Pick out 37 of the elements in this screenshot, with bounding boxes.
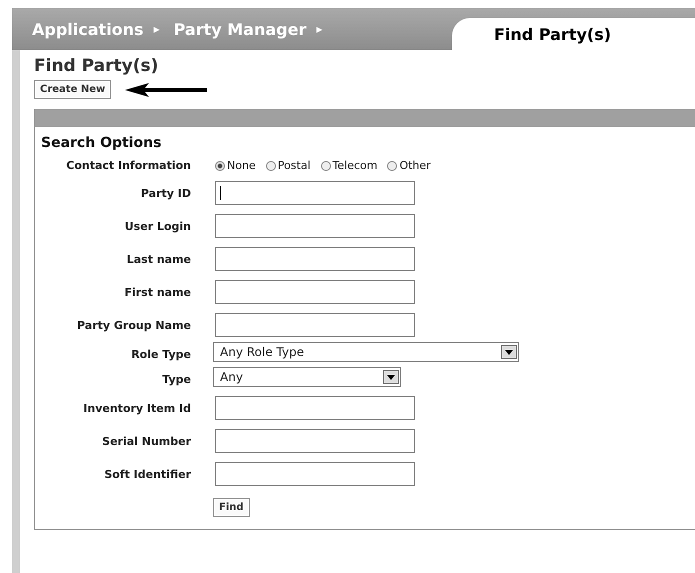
radio-option[interactable]: Telecom [320, 159, 378, 172]
radio-option[interactable]: Other [387, 159, 431, 172]
text-field[interactable] [215, 429, 415, 453]
field-label: Type [162, 372, 191, 386]
field-label: Party Group Name [77, 318, 191, 332]
field-label: First name [124, 286, 191, 298]
field-label: Party ID [140, 186, 191, 200]
arrow-icon [125, 82, 208, 96]
radio-button[interactable] [320, 160, 331, 170]
field-label: Contact Information [66, 159, 191, 172]
breadcrumb-separator: ▸ [154, 22, 160, 36]
radio-button[interactable] [266, 160, 276, 170]
radio-option[interactable]: Postal [266, 159, 311, 172]
field-label: Inventory Item Id [83, 402, 191, 414]
text-field[interactable] [215, 462, 415, 486]
section-title: Search Options [41, 135, 162, 151]
field-label: Serial Number [102, 434, 191, 448]
text-field[interactable] [215, 247, 415, 271]
find-button[interactable]: Find [213, 498, 250, 517]
active-tab[interactable]: Find Party(s) [452, 18, 695, 50]
field-label: User Login [124, 220, 191, 232]
text-field[interactable] [215, 313, 415, 337]
field-label: Soft Identifier [104, 468, 191, 480]
text-field[interactable] [215, 214, 415, 238]
breadcrumb-separator: ▸ [316, 22, 322, 36]
text-field[interactable] [215, 396, 415, 420]
dropdown[interactable]: Any Role Type [213, 342, 519, 362]
radio-option[interactable]: None [215, 159, 256, 172]
field-label: Role Type [131, 348, 191, 360]
text-field[interactable] [215, 280, 415, 304]
dropdown[interactable]: Any [213, 367, 401, 387]
page-title: Find Party(s) [34, 56, 160, 76]
radio-button[interactable] [387, 160, 398, 170]
radio-button[interactable] [215, 160, 225, 170]
create-new-button[interactable]: Create New [34, 80, 112, 99]
field-label: Last name [126, 252, 191, 266]
text-field[interactable] [215, 181, 415, 205]
